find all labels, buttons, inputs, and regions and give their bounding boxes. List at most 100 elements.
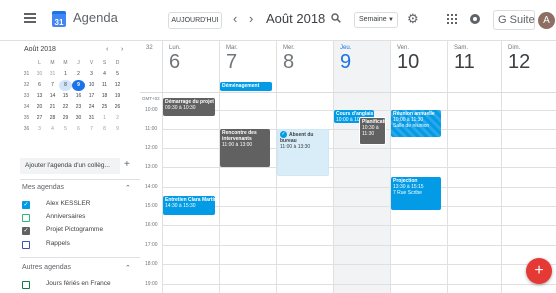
mini-calendar-day[interactable]: 7 <box>46 80 59 91</box>
mini-calendar-day[interactable]: 29 <box>59 113 72 124</box>
other-calendars-heading[interactable]: Autres agendas <box>22 264 71 271</box>
mini-calendar-day[interactable]: 31 <box>46 69 59 80</box>
notifications-icon[interactable] <box>470 14 480 24</box>
create-event-fab-button[interactable]: + <box>526 258 552 284</box>
day-number[interactable]: 7 <box>220 51 276 74</box>
mini-calendar-day[interactable]: 13 <box>33 91 46 102</box>
week-number[interactable]: 35 <box>20 113 33 124</box>
event-entretien-clara-martin[interactable]: Entretien Clara Martin 14:30 à 15:30 <box>163 196 215 215</box>
next-period-button[interactable]: › <box>249 11 253 27</box>
event-time: 11:00 à 13:00 <box>222 142 253 148</box>
day-number[interactable]: 9 <box>334 51 390 74</box>
mini-calendar-day[interactable]: 4 <box>46 124 59 135</box>
mini-calendar-day[interactable]: 6 <box>33 80 46 91</box>
checkbox-unchecked-icon[interactable] <box>22 214 30 222</box>
mini-calendar-day[interactable]: 22 <box>59 102 72 113</box>
mini-calendar-day[interactable]: 2 <box>72 69 85 80</box>
settings-gear-icon[interactable]: ⚙ <box>407 11 419 27</box>
mini-calendar-day[interactable]: 23 <box>72 102 85 113</box>
calendar-item-rappels[interactable]: Rappels <box>22 239 132 251</box>
mini-calendar-day[interactable]: 17 <box>85 91 98 102</box>
mini-calendar-title: Août 2018 <box>24 46 56 53</box>
main-menu-icon[interactable] <box>24 13 36 23</box>
mini-calendar-day[interactable]: 12 <box>111 80 124 91</box>
day-number[interactable]: 11 <box>448 51 501 74</box>
event-absent-bureau[interactable]: ✓ Absent du bureau 11:00 à 13:30 <box>277 129 329 176</box>
week-number[interactable]: 32 <box>20 80 33 91</box>
calendar-item-anniversaires[interactable]: Anniversaires <box>22 212 132 224</box>
day-number[interactable]: 12 <box>502 51 556 74</box>
mini-calendar-day[interactable]: 1 <box>59 69 72 80</box>
checkbox-checked-icon[interactable]: ✓ <box>22 227 30 235</box>
calendar-item-alex-kessler[interactable]: ✓ Alex KESSLER <box>22 199 132 211</box>
mini-calendar-prev-button[interactable]: ‹ <box>106 46 108 53</box>
event-projection[interactable]: Projection 13:30 à 15:15 7 Rue Scribe <box>391 177 441 210</box>
checkbox-unchecked-icon[interactable] <box>22 281 30 289</box>
mini-calendar-day[interactable]: 7 <box>85 124 98 135</box>
mini-calendar-day[interactable]: 6 <box>72 124 85 135</box>
mini-calendar-day[interactable]: 20 <box>33 102 46 113</box>
mini-calendar-day[interactable]: 11 <box>98 80 111 91</box>
mini-calendar-day[interactable]: 14 <box>46 91 59 102</box>
mini-calendar-day[interactable]: 5 <box>111 69 124 80</box>
mini-calendar-day[interactable]: 9 <box>111 124 124 135</box>
mini-calendar-day[interactable]: 3 <box>85 69 98 80</box>
chevron-up-icon[interactable]: ⌃ <box>125 184 131 192</box>
mini-calendar-day[interactable]: 1 <box>98 113 111 124</box>
calendar-item-jours-feries[interactable]: Jours fériés en France <box>22 279 132 291</box>
mini-calendar-day[interactable]: 8 <box>59 80 72 91</box>
account-avatar[interactable]: A <box>538 12 555 29</box>
mini-calendar-day[interactable]: 30 <box>72 113 85 124</box>
mini-calendar-day[interactable]: 15 <box>59 91 72 102</box>
mini-calendar-day[interactable]: 8 <box>98 124 111 135</box>
mini-calendar-day[interactable]: 2 <box>111 113 124 124</box>
mini-calendar-day[interactable]: 16 <box>72 91 85 102</box>
today-button[interactable]: AUJOURD'HUI <box>168 12 222 29</box>
add-colleague-calendar-input[interactable]: Ajouter l'agenda d'un collèg... <box>20 158 120 174</box>
mini-calendar-day[interactable]: 19 <box>111 91 124 102</box>
event-reunion-annuelle[interactable]: Réunion annuelle 10:00 à 11:30 Salle de … <box>391 110 441 137</box>
week-number[interactable]: 34 <box>20 102 33 113</box>
checkbox-checked-icon[interactable]: ✓ <box>22 201 30 209</box>
apps-grid-icon[interactable] <box>447 14 457 24</box>
mini-calendar-day[interactable]: 28 <box>46 113 59 124</box>
all-day-divider <box>140 92 556 93</box>
mini-calendar-day[interactable]: 21 <box>46 102 59 113</box>
search-icon[interactable] <box>331 13 341 23</box>
mini-calendar-day[interactable]: 31 <box>85 113 98 124</box>
day-number[interactable]: 8 <box>277 51 333 74</box>
mini-calendar-next-button[interactable]: › <box>121 46 123 53</box>
week-number[interactable]: 36 <box>20 124 33 135</box>
mini-calendar-day[interactable]: 27 <box>33 113 46 124</box>
mini-calendar-day[interactable]: 18 <box>98 91 111 102</box>
event-demarrage-projet[interactable]: Démarrage du projet 09:30 à 10:30 <box>163 98 215 116</box>
day-number[interactable]: 6 <box>163 51 219 74</box>
checkbox-unchecked-icon[interactable] <box>22 241 30 249</box>
mini-calendar-week-row: 31 30 31 1 2 3 4 5 <box>20 69 136 80</box>
mini-calendar-day[interactable]: 5 <box>59 124 72 135</box>
mini-calendar-day[interactable]: 25 <box>98 102 111 113</box>
calendar-label: Anniversaires <box>46 213 86 220</box>
mini-calendar-day[interactable]: 26 <box>111 102 124 113</box>
week-number[interactable]: 33 <box>20 91 33 102</box>
event-planification[interactable]: Planification 10:30 à 11:30 <box>359 117 386 145</box>
mini-calendar-day[interactable]: 24 <box>85 102 98 113</box>
mini-calendar-day[interactable]: 4 <box>98 69 111 80</box>
event-location: 7 Rue Scribe <box>393 190 422 196</box>
view-selector[interactable]: Semaine ▼ <box>354 12 398 28</box>
event-rencontre-intervenants[interactable]: Rencontre des intervenants 11:00 à 13:00 <box>220 129 270 167</box>
mini-calendar-day[interactable]: 30 <box>33 69 46 80</box>
add-calendar-plus-icon[interactable]: + <box>124 159 130 170</box>
mini-calendar-day[interactable]: 3 <box>33 124 46 135</box>
mini-calendar-day-today[interactable]: 9 <box>72 80 85 91</box>
mini-calendar-day[interactable]: 10 <box>85 80 98 91</box>
chevron-up-icon[interactable]: ⌃ <box>125 264 131 272</box>
calendar-label: Jours fériés en France <box>46 280 111 287</box>
previous-period-button[interactable]: ‹ <box>233 11 237 27</box>
calendar-item-projet-pictogramme[interactable]: ✓ Projet Pictogramme <box>22 225 132 237</box>
weekday-header: J <box>77 60 80 66</box>
my-calendars-heading[interactable]: Mes agendas <box>22 184 64 191</box>
week-number[interactable]: 31 <box>20 69 33 80</box>
event-demenagement[interactable]: Déménagement <box>220 82 272 91</box>
day-number[interactable]: 10 <box>391 51 447 74</box>
